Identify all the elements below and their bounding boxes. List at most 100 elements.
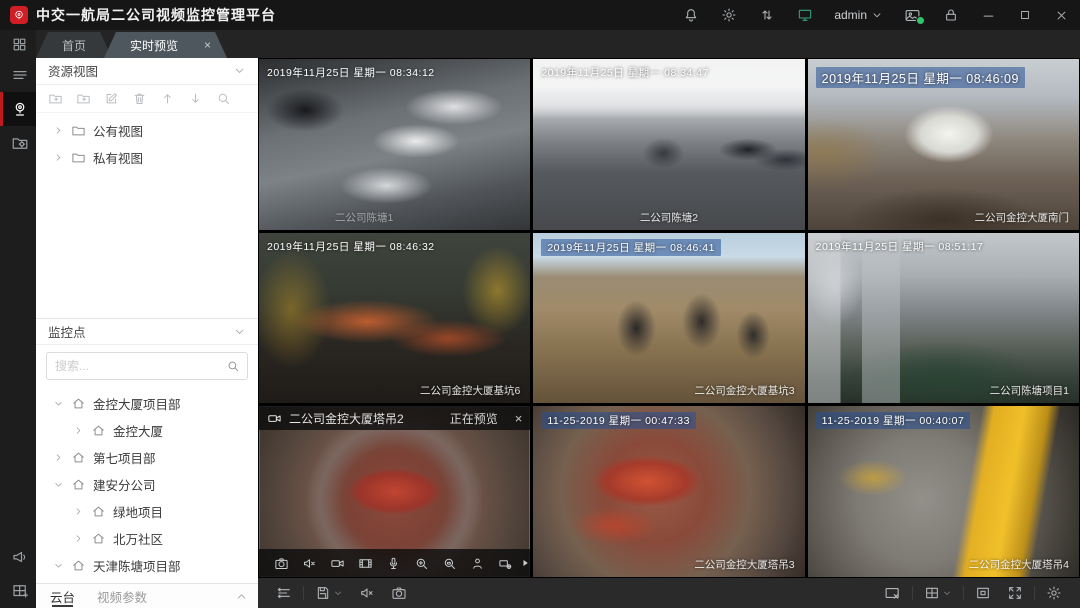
resource-toolbar <box>36 85 258 113</box>
expand-window-button[interactable] <box>967 585 999 601</box>
notifications-button[interactable] <box>672 0 710 30</box>
chevron-right-icon <box>73 425 84 436</box>
video-cell-9[interactable]: 11-25-2019 星期一 00:40:07 二公司金控大厦塔吊4 <box>808 406 1079 577</box>
save-view-button[interactable] <box>307 585 351 601</box>
tree-item-greenland-project[interactable]: 绿地项目 <box>36 498 258 525</box>
resource-view-title: 资源视图 <box>48 61 98 80</box>
move-down-button[interactable] <box>188 91 203 106</box>
bottom-toolbar <box>258 578 1080 608</box>
talk-microphone-button[interactable] <box>379 556 407 571</box>
grid-layout-button[interactable] <box>916 585 960 601</box>
chevron-right-icon <box>73 533 84 544</box>
video-cell-5[interactable]: 2019年11月25日 星期一 08:46:41 二公司金控大厦基坑3 <box>533 233 804 404</box>
mute-all-button[interactable] <box>351 585 383 601</box>
3d-zoom-button[interactable] <box>435 556 463 571</box>
tree-item-public-views[interactable]: 公有视图 <box>36 117 258 144</box>
tree-item-label: 金控大厦 <box>113 421 163 440</box>
video-cell-2[interactable]: 2019年11月25日 星期一 08:34:47 二公司陈塘2 <box>533 59 804 230</box>
lock-button[interactable] <box>932 0 970 30</box>
grid-settings-button[interactable] <box>1038 585 1070 601</box>
tree-item-jianan-branch[interactable]: 建安分公司 <box>36 471 258 498</box>
close-all-button[interactable] <box>876 585 909 602</box>
video-cell-7-selected[interactable]: 二公司金控大厦塔吊2 正在预览 × <box>259 406 530 577</box>
chevron-down-icon <box>53 398 64 409</box>
more-tools-arrow[interactable] <box>519 557 530 569</box>
tree-item-jinkong-project[interactable]: 金控大厦项目部 <box>36 390 258 417</box>
audio-muted-button[interactable] <box>295 556 323 571</box>
camera-name-label: 二公司金控大厦南门 <box>975 210 1070 225</box>
camera-name-label: 二公司金控大厦基坑3 <box>694 383 794 398</box>
transfer-button[interactable] <box>748 0 786 30</box>
tree-item-label: 北万社区 <box>113 529 163 548</box>
video-cell-4[interactable]: 2019年11月25日 星期一 08:46:32 二公司金控大厦基坑6 <box>259 233 530 404</box>
delete-view-button[interactable] <box>132 91 147 106</box>
collapse-chevron-icon[interactable] <box>233 64 246 77</box>
settings-button[interactable] <box>710 0 748 30</box>
tree-item-jinkong-building[interactable]: 金控大厦 <box>36 417 258 444</box>
menu-list-icon[interactable] <box>0 58 36 92</box>
snapshot-button[interactable] <box>267 556 295 571</box>
chevron-right-icon <box>53 125 64 136</box>
ptz-control-button[interactable] <box>491 556 519 571</box>
tab-bar: 首页 实时预览 × <box>36 30 1080 58</box>
stream-type-button[interactable] <box>268 585 300 601</box>
resource-tree: 公有视图 私有视图 <box>36 113 258 175</box>
digital-zoom-button[interactable] <box>407 556 435 571</box>
tab-close-icon[interactable]: × <box>204 38 211 52</box>
tab-home-label: 首页 <box>62 37 86 54</box>
resource-manage-rail-icon[interactable] <box>0 126 36 160</box>
add-view-group-button[interactable] <box>48 91 63 106</box>
tree-item-beiwan-community[interactable]: 北万社区 <box>36 525 258 552</box>
chevron-up-icon[interactable] <box>235 590 248 603</box>
video-cell-3[interactable]: 2019年11月25日 星期一 08:46:09 二公司金控大厦南门 <box>808 59 1079 230</box>
search-box <box>46 352 248 380</box>
tab-ptz-label: 云台 <box>50 587 75 606</box>
video-cell-6[interactable]: 2019年11月25日 星期一 08:51:17 二公司陈塘项目1 <box>808 233 1079 404</box>
move-up-button[interactable] <box>160 91 175 106</box>
site-icon <box>91 423 106 438</box>
search-icon[interactable] <box>226 359 240 373</box>
snapshot-status-button[interactable] <box>893 0 932 30</box>
tab-home[interactable]: 首页 <box>36 32 112 58</box>
instant-playback-button[interactable] <box>351 556 379 571</box>
video-wall-button[interactable] <box>786 0 824 30</box>
record-button[interactable] <box>323 556 351 571</box>
maximize-button[interactable] <box>1007 0 1043 30</box>
panel-bottom-tabs: 云台 视频参数 <box>36 583 258 608</box>
collapse-chevron-icon[interactable] <box>233 325 246 338</box>
apps-grid-icon[interactable] <box>0 30 36 58</box>
minimize-button[interactable] <box>970 0 1007 30</box>
tree-item-private-views[interactable]: 私有视图 <box>36 144 258 171</box>
tree-item-tianjin-chentang[interactable]: 天津陈塘项目部 <box>36 552 258 579</box>
snapshot-all-button[interactable] <box>383 585 415 601</box>
tree-item-seventh-project[interactable]: 第七项目部 <box>36 444 258 471</box>
preview-status: 正在预览 <box>450 410 498 427</box>
close-button[interactable] <box>1043 0 1080 30</box>
close-video-icon[interactable]: × <box>515 411 523 426</box>
announcement-rail-icon[interactable] <box>0 540 36 574</box>
fullscreen-button[interactable] <box>999 585 1031 601</box>
folder-icon <box>71 123 86 138</box>
add-view-button[interactable] <box>76 91 91 106</box>
preset-position-button[interactable] <box>463 556 491 571</box>
monitor-points-header[interactable]: 监控点 <box>36 318 258 346</box>
camera-timestamp: 2019年11月25日 星期一 08:46:09 <box>816 67 1025 88</box>
camera-timestamp: 2019年11月25日 星期一 08:46:41 <box>541 239 721 256</box>
edit-view-button[interactable] <box>104 91 119 106</box>
live-view-rail-icon[interactable] <box>0 92 36 126</box>
add-layout-rail-icon[interactable] <box>0 574 36 608</box>
tab-video-params[interactable]: 视频参数 <box>97 584 147 608</box>
camera-name-label: 二公司金控大厦基坑6 <box>420 383 520 398</box>
tab-ptz[interactable]: 云台 <box>50 584 75 608</box>
resource-view-header[interactable]: 资源视图 <box>36 58 258 85</box>
video-cell-8[interactable]: 11-25-2019 星期一 00:47:33 二公司金控大厦塔吊3 <box>533 406 804 577</box>
user-menu[interactable]: admin <box>824 8 893 22</box>
camera-timestamp: 11-25-2019 星期一 00:47:33 <box>541 412 696 429</box>
monitor-points-title: 监控点 <box>48 322 86 341</box>
video-cell-1[interactable]: 2019年11月25日 星期一 08:34:12 二公司陈塘1 <box>259 59 530 230</box>
search-input[interactable] <box>47 359 247 373</box>
search-view-button[interactable] <box>216 91 231 106</box>
tree-item-label: 金控大厦项目部 <box>93 394 181 413</box>
chevron-down-icon <box>333 588 343 598</box>
tab-live-preview[interactable]: 实时预览 × <box>104 32 227 58</box>
